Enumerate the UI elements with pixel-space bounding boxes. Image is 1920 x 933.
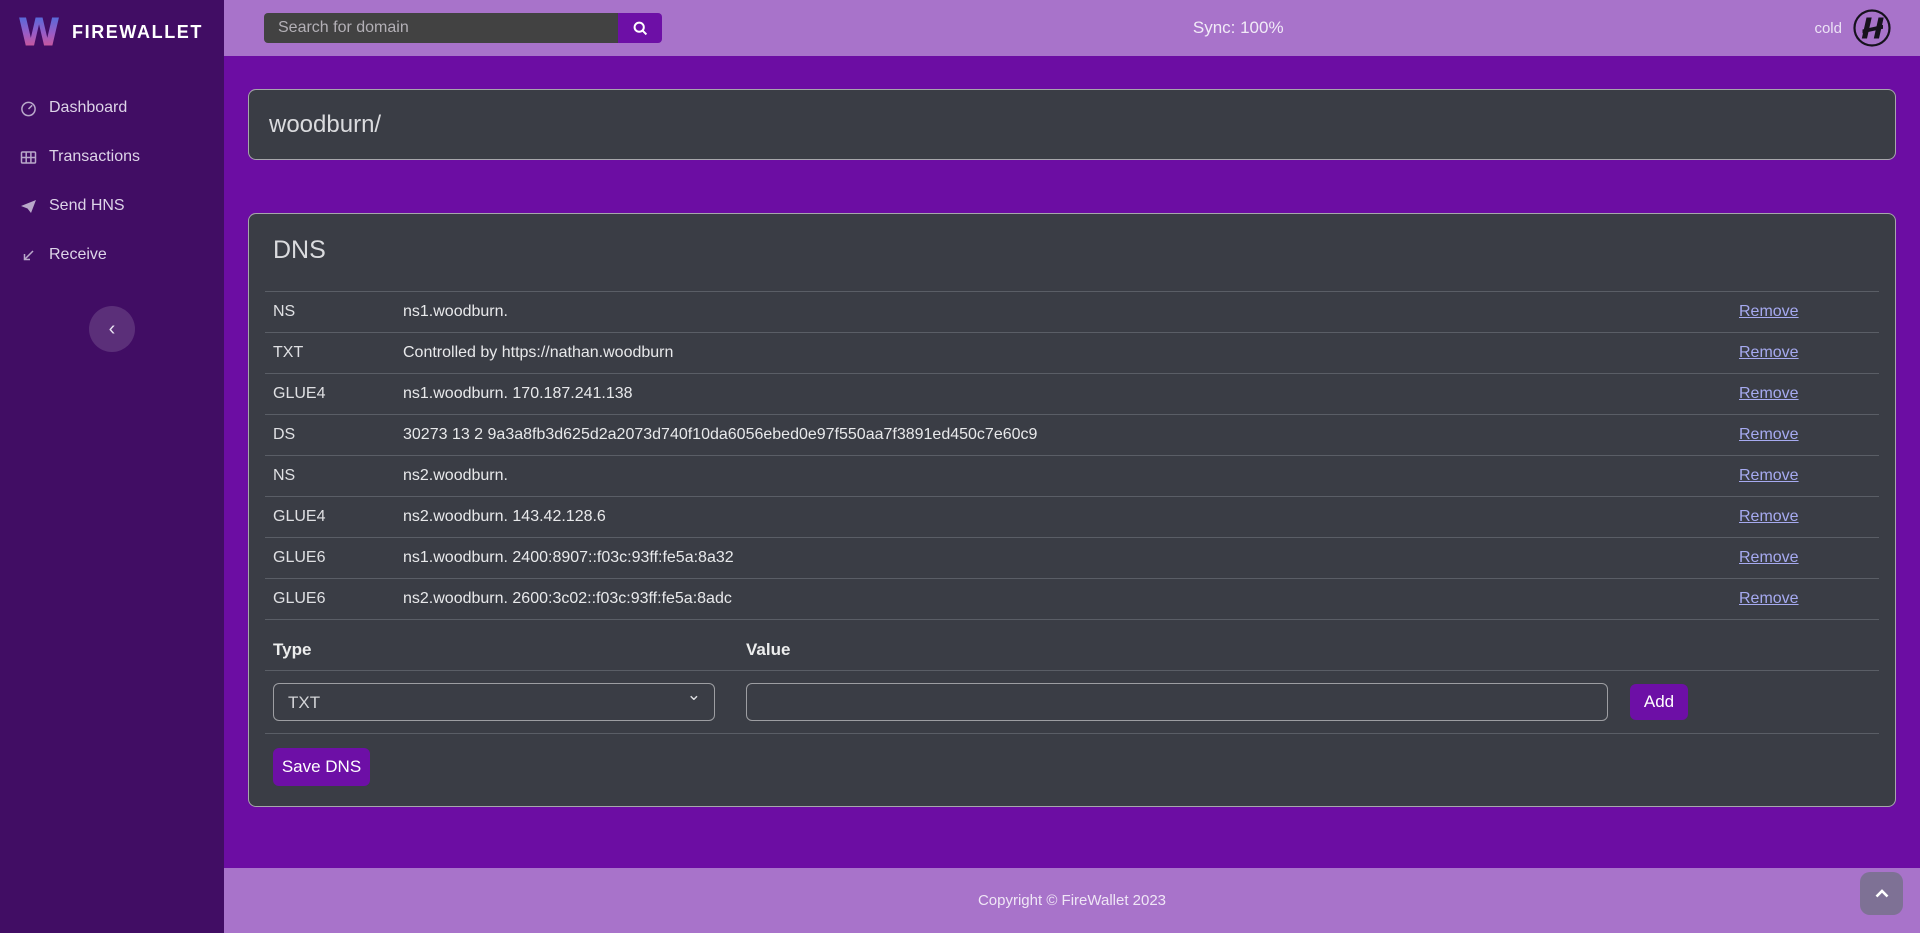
value-column-header: Value (746, 640, 1871, 660)
dns-record-value: Controlled by https://nathan.woodburn (403, 344, 1731, 362)
dns-record-row: DS 30273 13 2 9a3a8fb3d625d2a2073d740f10… (265, 414, 1879, 455)
domain-title-card: woodburn/ (248, 89, 1896, 160)
handshake-logo-icon[interactable] (1852, 8, 1892, 48)
copyright-text: Copyright © FireWallet 2023 (978, 892, 1166, 909)
remove-record-link[interactable]: Remove (1731, 344, 1799, 362)
search-input[interactable] (264, 13, 618, 43)
sidebar-item-receive[interactable]: Receive (0, 231, 224, 279)
dns-records-table: NS ns1.woodburn. Remove TXT Controlled b… (265, 291, 1879, 620)
brand-name: FIREWALLET (72, 22, 203, 43)
dns-record-type: GLUE6 (273, 590, 403, 608)
dns-record-value: ns1.woodburn. (403, 303, 1731, 321)
dns-record-value: ns2.woodburn. 143.42.128.6 (403, 508, 1731, 526)
send-plane-icon (20, 198, 37, 215)
dns-card-title: DNS (265, 230, 1879, 291)
remove-record-link[interactable]: Remove (1731, 303, 1799, 321)
firewallet-logo-icon: W (18, 12, 60, 52)
dns-record-row: NS ns1.woodburn. Remove (265, 291, 1879, 332)
remove-record-link[interactable]: Remove (1731, 467, 1799, 485)
dns-record-row: NS ns2.woodburn. Remove (265, 455, 1879, 496)
chevron-left-icon: ‹ (109, 319, 116, 339)
dns-record-value: ns2.woodburn. (403, 467, 1731, 485)
record-value-input[interactable] (746, 683, 1608, 721)
remove-record-link[interactable]: Remove (1731, 590, 1799, 608)
sidebar-item-label: Receive (49, 246, 107, 264)
dns-record-row: GLUE6 ns2.woodburn. 2600:3c02::f03c:93ff… (265, 578, 1879, 619)
arrow-down-left-icon (20, 247, 37, 264)
remove-record-link[interactable]: Remove (1731, 426, 1799, 444)
wallet-mode-group: cold (1814, 8, 1892, 48)
svg-text:W: W (18, 12, 60, 52)
dns-record-value: 30273 13 2 9a3a8fb3d625d2a2073d740f10da6… (403, 426, 1731, 444)
dns-record-type: DS (273, 426, 403, 444)
dns-record-value: ns1.woodburn. 2400:8907::f03c:93ff:fe5a:… (403, 549, 1731, 567)
wallet-mode-label: cold (1814, 20, 1842, 37)
dns-record-type: NS (273, 303, 403, 321)
dns-record-value: ns1.woodburn. 170.187.241.138 (403, 385, 1731, 403)
search-button[interactable] (618, 13, 662, 43)
brand[interactable]: W FIREWALLET (0, 0, 224, 68)
domain-search (264, 13, 662, 43)
record-type-select[interactable]: TXT (273, 683, 715, 721)
table-icon (20, 149, 37, 166)
add-record-headers: Type Value (265, 640, 1879, 671)
sidebar-item-dashboard[interactable]: Dashboard (0, 84, 224, 132)
remove-record-link[interactable]: Remove (1731, 385, 1799, 403)
sidebar-item-send-hns[interactable]: Send HNS (0, 182, 224, 230)
sidebar-item-label: Transactions (49, 148, 140, 166)
add-record-button[interactable]: Add (1630, 684, 1688, 720)
sidebar-item-label: Send HNS (49, 197, 125, 215)
sidebar: W FIREWALLET Dashboard (0, 0, 224, 933)
sidebar-collapse-button[interactable]: ‹ (89, 306, 135, 352)
dns-record-type: GLUE6 (273, 549, 403, 567)
dns-record-row: GLUE4 ns2.woodburn. 143.42.128.6 Remove (265, 496, 1879, 537)
add-record-row: TXT Add (265, 671, 1879, 734)
scroll-to-top-button[interactable] (1860, 872, 1903, 915)
dns-record-type: GLUE4 (273, 385, 403, 403)
dns-record-row: TXT Controlled by https://nathan.woodbur… (265, 332, 1879, 373)
chevron-up-icon (1875, 889, 1889, 898)
dns-record-row: GLUE6 ns1.woodburn. 2400:8907::f03c:93ff… (265, 537, 1879, 578)
dns-record-type: GLUE4 (273, 508, 403, 526)
dns-record-value: ns2.woodburn. 2600:3c02::f03c:93ff:fe5a:… (403, 590, 1731, 608)
footer: Copyright © FireWallet 2023 (224, 868, 1920, 933)
record-type-select-wrap: TXT (273, 683, 715, 721)
domain-name: woodburn/ (269, 111, 381, 139)
save-dns-button[interactable]: Save DNS (273, 748, 370, 786)
dashboard-gauge-icon (20, 100, 37, 117)
dns-record-row: GLUE4 ns1.woodburn. 170.187.241.138 Remo… (265, 373, 1879, 414)
content-area: woodburn/ DNS NS ns1.woodburn. Remove TX… (224, 56, 1920, 868)
search-icon (633, 21, 648, 36)
sync-status: Sync: 100% (1193, 18, 1284, 38)
type-column-header: Type (273, 640, 746, 660)
remove-record-link[interactable]: Remove (1731, 549, 1799, 567)
main-column: Sync: 100% cold woodburn/ DNS (224, 0, 1920, 933)
topbar: Sync: 100% cold (224, 0, 1920, 56)
dns-record-type: NS (273, 467, 403, 485)
remove-record-link[interactable]: Remove (1731, 508, 1799, 526)
dns-card: DNS NS ns1.woodburn. Remove TXT Controll… (248, 213, 1896, 807)
sidebar-nav: Dashboard Transactions Send HNS (0, 84, 224, 280)
dns-record-type: TXT (273, 344, 403, 362)
sidebar-item-transactions[interactable]: Transactions (0, 133, 224, 181)
sidebar-item-label: Dashboard (49, 99, 127, 117)
